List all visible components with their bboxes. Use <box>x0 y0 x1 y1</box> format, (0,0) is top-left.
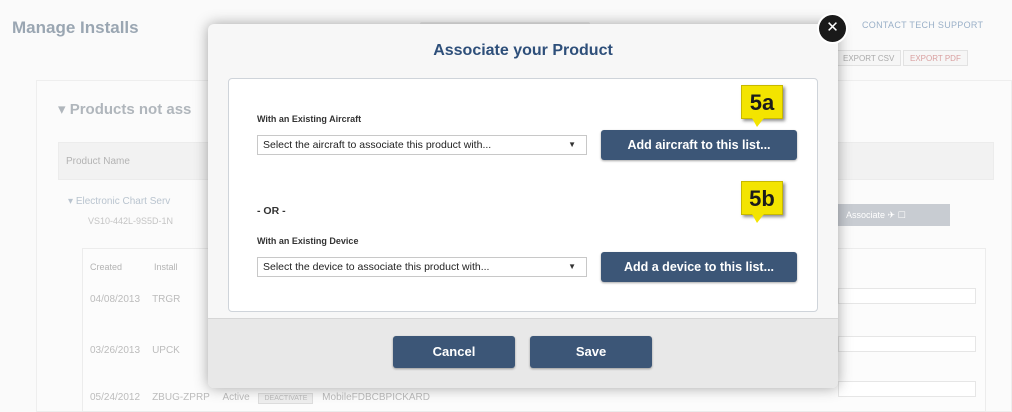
associate-button[interactable]: Associate ✈ ☐ <box>838 204 950 226</box>
row-input[interactable] <box>838 336 976 352</box>
row-code: TRGR <box>152 294 181 305</box>
row-status: Active <box>222 392 250 403</box>
device-select-value: Select the device to associate this prod… <box>263 261 490 273</box>
aircraft-label: With an Existing Aircraft <box>257 114 362 124</box>
product-serial: VS10-442L-9S5D-1N <box>88 216 174 226</box>
deactivate-button[interactable]: DEACTIVATE <box>258 393 314 404</box>
contact-tech-support-link[interactable]: CONTACT TECH SUPPORT <box>862 20 983 30</box>
callout-badge-5a: 5a <box>741 85 783 127</box>
associate-button-label: Associate <box>846 210 886 220</box>
callout-badge-5b: 5b <box>741 181 783 223</box>
row-date: 03/26/2013 <box>90 345 141 356</box>
section-title-text: Products not ass <box>69 101 192 118</box>
modal-title: Associate your Product <box>433 42 613 59</box>
save-button[interactable]: Save <box>530 336 652 368</box>
device-select[interactable]: Select the device to associate this prod… <box>257 257 587 277</box>
export-csv-button[interactable]: EXPORT CSV <box>836 50 902 66</box>
device-label: With an Existing Device <box>257 236 359 246</box>
aircraft-select[interactable]: Select the aircraft to associate this pr… <box>257 135 587 155</box>
row-code: UPCK <box>152 345 180 356</box>
callout-badge-label: 5a <box>749 90 775 115</box>
page-title: Manage Installs <box>12 18 139 37</box>
column-header-install: Install <box>154 262 178 272</box>
row-device: MobileFDBCBPICKARD <box>322 392 430 403</box>
callout-badge-label: 5b <box>749 186 775 211</box>
add-aircraft-button[interactable]: Add aircraft to this list... <box>601 130 797 160</box>
chevron-down-icon: ▼ <box>568 262 576 271</box>
close-modal-button[interactable]: ✕ <box>819 15 846 42</box>
table-row[interactable]: 05/24/2012 ZBUG-ZPRP Active DEACTIVATE Mo… <box>90 392 430 404</box>
row-date: 05/24/2012 <box>90 392 141 403</box>
or-divider: - OR - <box>257 205 286 217</box>
product-row[interactable]: ▾ Electronic Chart Serv <box>68 196 170 207</box>
table-row[interactable]: 04/08/2013 TRGR <box>90 294 180 305</box>
table-row[interactable]: 03/26/2013 UPCK <box>90 345 180 356</box>
aircraft-select-value: Select the aircraft to associate this pr… <box>263 139 492 151</box>
product-name: Electronic Chart Serv <box>75 196 171 207</box>
add-device-button[interactable]: Add a device to this list... <box>601 252 797 282</box>
row-input[interactable] <box>838 288 976 304</box>
section-title[interactable]: ▾ Products not ass <box>58 100 191 118</box>
row-input[interactable] <box>838 381 976 397</box>
association-options-panel: With an Existing Aircraft Select the air… <box>228 78 818 312</box>
column-header-product-name: Product Name <box>66 156 130 167</box>
row-date: 04/08/2013 <box>90 294 141 305</box>
modal-footer: Cancel Save <box>208 318 838 388</box>
export-pdf-button[interactable]: EXPORT PDF <box>903 50 968 66</box>
chevron-down-icon: ▼ <box>568 140 576 149</box>
row-code: ZBUG-ZPRP <box>152 392 210 403</box>
column-header-created: Created <box>90 262 123 272</box>
cancel-button[interactable]: Cancel <box>393 336 515 368</box>
close-icon: ✕ <box>826 19 839 36</box>
